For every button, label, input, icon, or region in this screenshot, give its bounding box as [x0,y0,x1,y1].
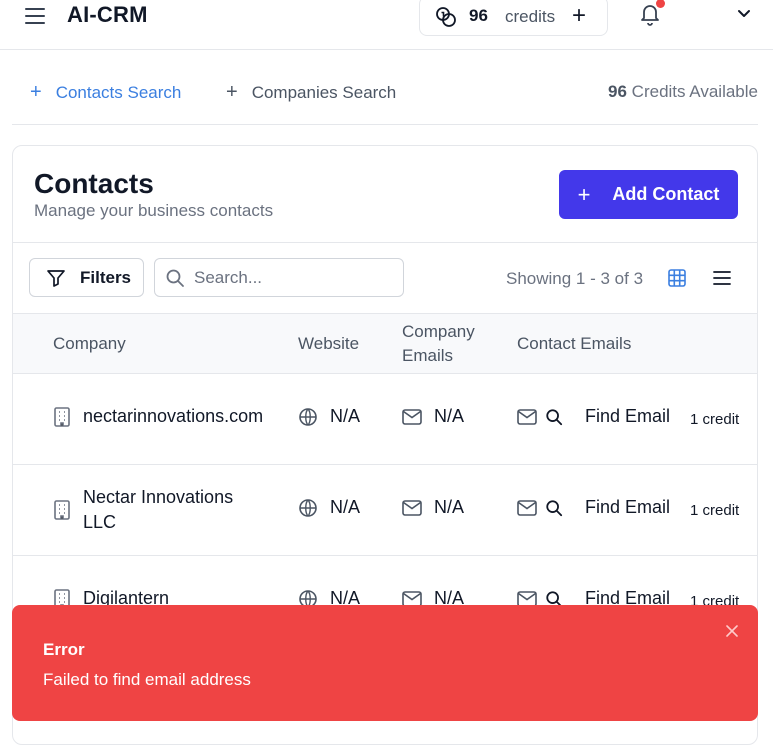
globe-icon [299,407,317,426]
credits-count: 96 [469,6,488,25]
plus-icon: + [577,181,591,207]
results-count: Showing 1 - 3 of 3 [506,269,644,288]
website-value: N/A [330,497,361,517]
mail-icon [517,408,537,425]
credit-cost: 1 credit [690,502,740,519]
search-icon [166,269,184,287]
close-icon[interactable] [724,623,740,639]
tab-contacts-search[interactable]: + Contacts Search [30,81,181,104]
column-header-company-emails[interactable]: Company Emails [402,320,492,368]
credits-available-label: Credits Available [631,82,758,101]
menu-icon[interactable] [24,5,46,27]
globe-icon [299,498,317,517]
page-title: Contacts [34,168,154,199]
company-cell: nectarinnovations.com [53,406,263,427]
add-contact-label: Add Contact [612,184,720,204]
company-email-value: N/A [434,406,465,426]
search-tabs: + Contacts Search + Companies Search 96 … [12,63,758,125]
contact-email-cell: Find Email [517,406,670,427]
filters-button[interactable]: Filters [29,258,144,297]
website-cell: N/A [298,406,360,427]
search-input[interactable] [194,266,394,290]
column-header-contact-emails[interactable]: Contact Emails [517,332,631,356]
find-email-link[interactable]: Find Email [585,497,670,518]
filter-icon [47,269,65,287]
plus-icon: + [30,81,42,103]
contact-email-cell: Find Email [517,497,670,518]
tab-label: Contacts Search [55,82,182,102]
toast-message: Failed to find email address [43,670,251,689]
website-value: N/A [330,406,361,426]
column-header-website[interactable]: Website [298,332,359,356]
building-icon [54,500,70,520]
company-email-cell: N/A [402,497,464,518]
credits-available-count: 96 [608,82,627,101]
company-name: Nectar Innovations LLC [83,487,234,532]
credits-pill[interactable]: 96 credits + [419,0,608,36]
notification-dot [656,0,665,8]
filters-label: Filters [80,267,132,287]
website-cell: N/A [298,497,360,518]
table-row: nectarinnovations.com N/A N/A Find Email… [13,374,757,465]
plus-icon[interactable]: + [572,4,586,28]
coins-icon [436,7,456,27]
mail-icon [402,408,422,425]
toast-title: Error [43,640,85,659]
building-icon [54,406,70,427]
chevron-down-icon[interactable] [736,6,752,22]
tab-companies-search[interactable]: + Companies Search [226,81,396,104]
company-email-value: N/A [434,497,465,517]
credits-label: credits [505,7,556,26]
company-cell: Nectar Innovations LLC [53,485,253,535]
search-icon [546,499,563,516]
app-title: AI-CRM [67,2,148,27]
search-field[interactable] [154,258,404,297]
mail-icon [517,499,537,516]
list-icon[interactable] [713,269,731,287]
tab-label: Companies Search [251,82,397,102]
table-header: Company Website Company Emails Contact E… [13,313,757,374]
column-header-company[interactable]: Company [53,332,126,356]
credit-cost: 1 credit [690,411,740,428]
company-name: nectarinnovations.com [83,406,264,426]
search-icon [546,408,563,425]
company-email-cell: N/A [402,406,464,427]
grid-icon[interactable] [668,269,686,287]
find-email-link[interactable]: Find Email [585,406,670,427]
mail-icon [402,499,422,516]
page-subtitle: Manage your business contacts [34,201,274,220]
credits-available: 96 Credits Available [608,82,758,102]
table-row: Nectar Innovations LLC N/A N/A Find Emai… [13,465,757,556]
add-contact-button[interactable]: + Add Contact [559,170,738,219]
top-bar: AI-CRM 96 credits + [0,0,773,50]
divider [13,242,757,243]
error-toast: Error Failed to find email address [12,605,758,721]
plus-icon: + [226,81,238,103]
